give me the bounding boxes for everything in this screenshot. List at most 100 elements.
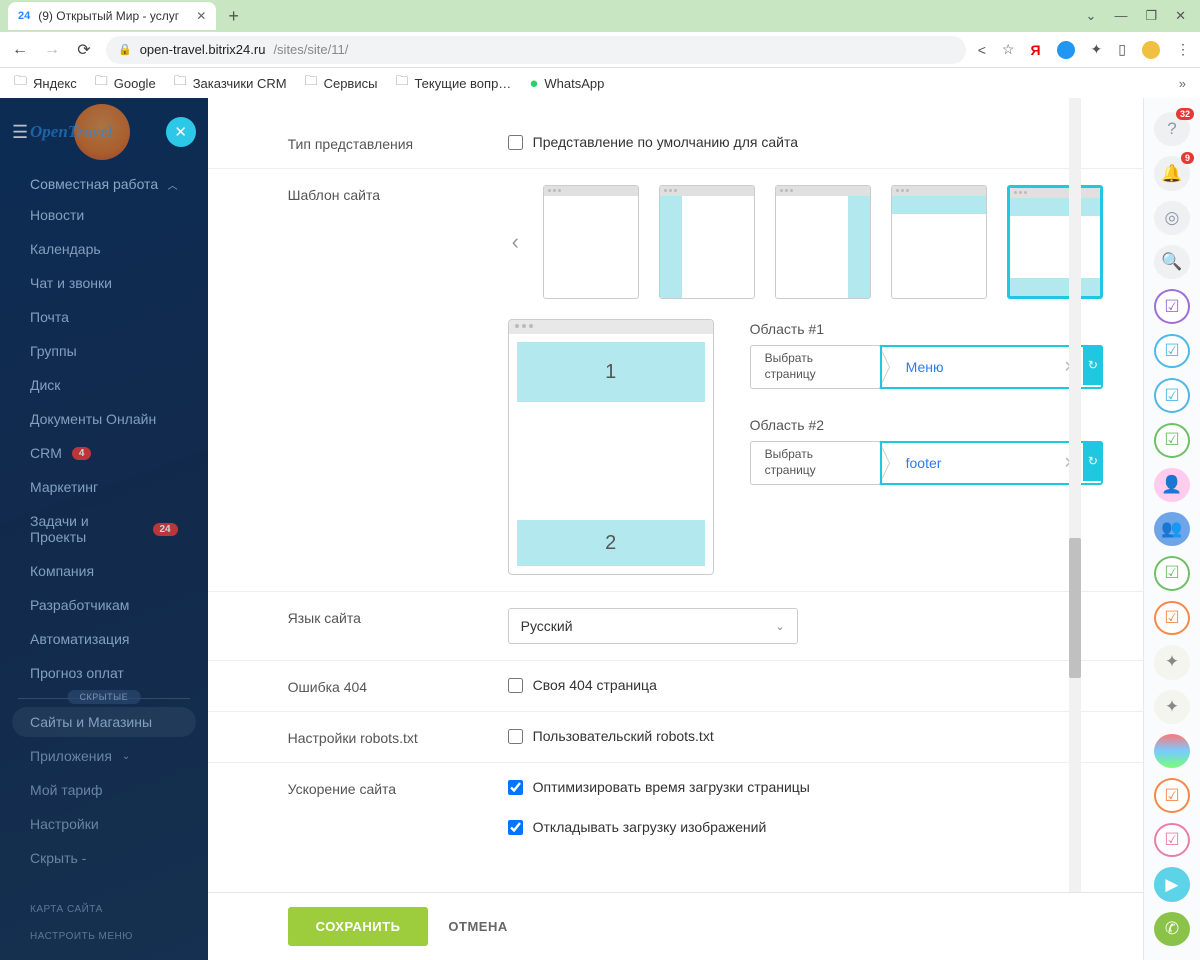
bookmark-google[interactable]: 🗀Google: [95, 72, 156, 94]
chat-icon[interactable]: ◎: [1154, 201, 1190, 235]
dock-item-icon[interactable]: ☑: [1154, 823, 1190, 858]
browser-tab[interactable]: 24 (9) Открытый Мир - услуг ✕: [8, 2, 216, 30]
back-button[interactable]: ←: [10, 41, 30, 59]
sidebar-item-calendar[interactable]: Календарь: [0, 232, 208, 266]
forward-button[interactable]: →: [42, 41, 62, 59]
sidebar-item-sites[interactable]: Сайты и Магазины: [12, 707, 196, 737]
template-option-left[interactable]: [659, 185, 755, 299]
logo: OpenTravel: [38, 104, 165, 160]
sidebar-item-chat[interactable]: Чат и звонки: [0, 266, 208, 300]
folder-icon: 🗀: [95, 72, 108, 94]
custom-404-checkbox[interactable]: Своя 404 страница: [508, 677, 1103, 693]
sidebar-item-news[interactable]: Новости: [0, 198, 208, 232]
language-select[interactable]: Русский ⌄: [508, 608, 798, 644]
sidebar: ☰ OpenTravel ✕ Совместная работа ︿ Новос…: [0, 98, 208, 960]
search-icon[interactable]: 🔍: [1154, 245, 1190, 279]
profile-icon[interactable]: [1142, 41, 1160, 59]
refresh-icon[interactable]: ↻: [1083, 441, 1103, 481]
tab-close-icon[interactable]: ✕: [196, 9, 206, 23]
phone-icon[interactable]: ✆: [1154, 912, 1190, 946]
sidebar-item-automation[interactable]: Автоматизация: [0, 622, 208, 656]
menu-icon[interactable]: ⋮: [1176, 41, 1190, 58]
template-option-topbottom[interactable]: [1007, 185, 1103, 299]
bookmark-yandex[interactable]: 🗀Яндекс: [14, 72, 77, 94]
template-prev-button[interactable]: ‹: [508, 229, 523, 255]
reload-button[interactable]: ⟳: [74, 40, 94, 60]
yandex-icon[interactable]: Я: [1030, 42, 1040, 58]
bookmark-whatsapp[interactable]: ●WhatsApp: [529, 75, 604, 92]
sidebar-section[interactable]: Совместная работа ︿: [0, 166, 208, 198]
notifications-icon[interactable]: 🔔9: [1154, 156, 1190, 190]
dock-item-icon[interactable]: ☑: [1154, 334, 1190, 369]
browser-tabs-bar: 24 (9) Открытый Мир - услуг ✕ + ⌄ — ❐ ✕: [0, 0, 1200, 32]
dock-image-icon[interactable]: ✦: [1154, 645, 1190, 679]
cancel-button[interactable]: ОТМЕНА: [448, 919, 507, 934]
folder-icon: 🗀: [305, 72, 318, 94]
sidebar-item-mail[interactable]: Почта: [0, 300, 208, 334]
default-view-checkbox[interactable]: Представление по умолчанию для сайта: [508, 134, 1103, 150]
help-icon[interactable]: ?32: [1154, 112, 1190, 146]
lazy-images-checkbox[interactable]: Откладывать загрузку изображений: [508, 819, 1103, 835]
optimize-load-checkbox[interactable]: Оптимизировать время загрузки страницы: [508, 779, 1103, 795]
lock-icon: 🔒: [118, 43, 132, 56]
panel-icon[interactable]: ▯: [1118, 41, 1126, 58]
template-option-right[interactable]: [775, 185, 871, 299]
dock-item-icon[interactable]: ☑: [1154, 289, 1190, 324]
avatar-icon[interactable]: 👤: [1154, 468, 1190, 502]
area2-label: Область #2: [750, 417, 1103, 433]
sidebar-item-hide[interactable]: Скрыть -: [0, 841, 208, 875]
close-window-icon[interactable]: ✕: [1175, 8, 1186, 24]
template-label: Шаблон сайта: [208, 185, 508, 575]
sidebar-item-settings[interactable]: Настройки: [0, 807, 208, 841]
bookmark-star-icon[interactable]: ☆: [1002, 41, 1015, 58]
dock-item-icon[interactable]: ☑: [1154, 556, 1190, 591]
extensions-icon[interactable]: ✦: [1091, 41, 1103, 58]
area1-select-page-button[interactable]: Выбрать страницу: [750, 345, 880, 389]
new-tab-button[interactable]: +: [228, 6, 239, 27]
bookmark-customers[interactable]: 🗀Заказчики CRM: [174, 72, 287, 94]
sidebar-item-marketing[interactable]: Маркетинг: [0, 470, 208, 504]
bookmarks-overflow-icon[interactable]: »: [1179, 76, 1186, 91]
sidebar-item-forecast[interactable]: Прогноз оплат: [0, 656, 208, 690]
chevron-down-icon[interactable]: ⌄: [1086, 8, 1097, 24]
dock-item-icon[interactable]: ☑: [1154, 778, 1190, 813]
bookmark-current[interactable]: 🗀Текущие вопр…: [395, 72, 511, 94]
dock-item-icon[interactable]: ☑: [1154, 423, 1190, 458]
save-button[interactable]: СОХРАНИТЬ: [288, 907, 429, 946]
url-path: /sites/site/11/: [273, 42, 348, 57]
sidebar-item-tariff[interactable]: Мой тариф: [0, 773, 208, 807]
minimize-icon[interactable]: —: [1114, 8, 1127, 24]
template-option-top[interactable]: [891, 185, 987, 299]
sidebar-item-groups[interactable]: Группы: [0, 334, 208, 368]
layout-zone-2: 2: [517, 520, 705, 566]
sidebar-item-docs[interactable]: Документы Онлайн: [0, 402, 208, 436]
bookmark-services[interactable]: 🗀Сервисы: [305, 72, 378, 94]
folder-icon: 🗀: [14, 72, 27, 94]
refresh-icon[interactable]: ↻: [1083, 345, 1103, 385]
dock-item-icon[interactable]: ☑: [1154, 601, 1190, 636]
template-option-blank[interactable]: [543, 185, 639, 299]
sidebar-item-tasks[interactable]: Задачи и Проекты24: [0, 504, 208, 554]
layout-zone-1: 1: [517, 342, 705, 402]
share-icon[interactable]: <: [978, 42, 986, 58]
group-icon[interactable]: 👥: [1154, 512, 1190, 546]
dock-image-icon[interactable]: ✦: [1154, 690, 1190, 724]
area2-select-page-button[interactable]: Выбрать страницу: [750, 441, 880, 485]
configure-menu-link[interactable]: НАСТРОИТЬ МЕНЮ: [30, 923, 178, 950]
dock-gradient-icon[interactable]: [1154, 734, 1190, 768]
extension-icon[interactable]: [1057, 41, 1075, 59]
custom-robots-checkbox[interactable]: Пользовательский robots.txt: [508, 728, 1103, 744]
sidebar-item-crm[interactable]: CRM4: [0, 436, 208, 470]
hamburger-icon[interactable]: ☰: [12, 122, 28, 143]
maximize-icon[interactable]: ❐: [1145, 8, 1157, 24]
sitemap-link[interactable]: КАРТА САЙТА: [30, 896, 178, 923]
close-panel-button[interactable]: ✕: [166, 117, 196, 147]
dock-item-icon[interactable]: ▶: [1154, 867, 1190, 901]
sidebar-item-apps[interactable]: Приложения ⌄: [0, 739, 208, 773]
scrollbar[interactable]: [1069, 98, 1081, 892]
url-input[interactable]: 🔒 open-travel.bitrix24.ru/sites/site/11/: [106, 36, 966, 64]
dock-item-icon[interactable]: ☑: [1154, 378, 1190, 413]
sidebar-item-disk[interactable]: Диск: [0, 368, 208, 402]
sidebar-item-company[interactable]: Компания: [0, 554, 208, 588]
sidebar-item-dev[interactable]: Разработчикам: [0, 588, 208, 622]
